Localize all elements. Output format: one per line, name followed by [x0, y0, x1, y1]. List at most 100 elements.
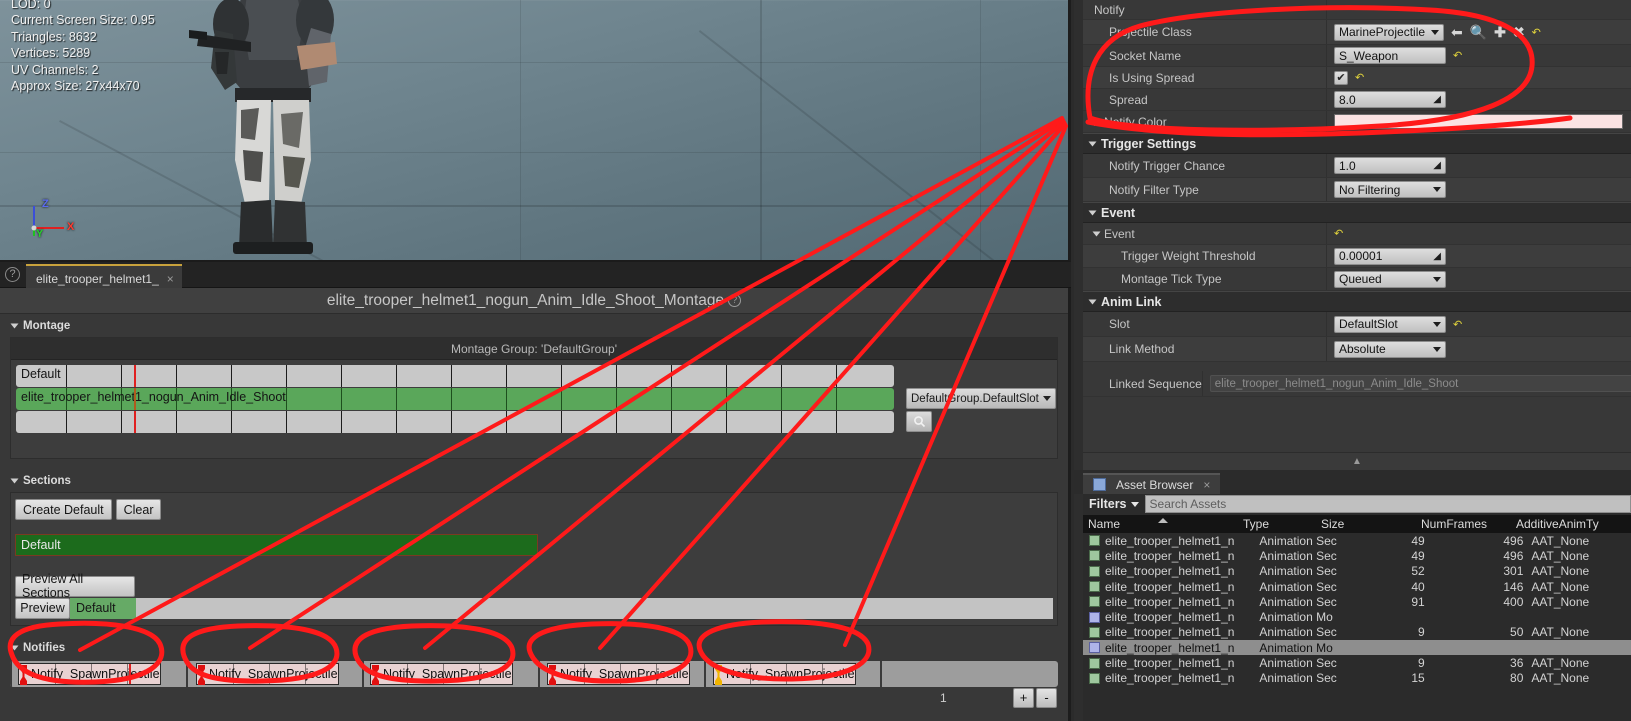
add-notify-track-button[interactable]: +: [1013, 687, 1034, 708]
chevron-down-icon[interactable]: [1088, 299, 1097, 304]
notify-track[interactable]: Notify_SpawnProjectile Notify_SpawnProjec…: [10, 660, 1058, 687]
chevron-down-icon[interactable]: [1088, 141, 1097, 146]
property-row-linked-sequence[interactable]: Linked Sequence elite_trooper_helmet1_no…: [1083, 371, 1631, 397]
spinner-icon[interactable]: ◢: [1433, 160, 1441, 171]
table-row[interactable]: elite_trooper_helmet1_n Animation Sec 40 14…: [1083, 579, 1631, 594]
slot-dropdown[interactable]: DefaultSlot: [1334, 315, 1446, 333]
is-using-spread-checkbox[interactable]: ✔: [1334, 70, 1348, 85]
chevron-down-icon[interactable]: [1088, 210, 1097, 215]
column-header-numframes[interactable]: NumFrames: [1416, 517, 1511, 531]
playhead-marker[interactable]: [134, 365, 136, 387]
table-row[interactable]: elite_trooper_helmet1_n Animation Mo: [1083, 609, 1631, 624]
link-method-dropdown[interactable]: Absolute: [1334, 340, 1446, 358]
preview-button[interactable]: Preview: [15, 597, 70, 619]
help-icon[interactable]: ?: [728, 294, 742, 307]
column-header-size[interactable]: Size: [1316, 517, 1416, 531]
add-icon[interactable]: ✚: [1494, 24, 1506, 41]
sections-section-header[interactable]: Sections: [0, 469, 1068, 492]
notify-marker-selected-icon[interactable]: [715, 664, 722, 685]
property-row-montage-tick-type[interactable]: Montage Tick Type Queued: [1083, 268, 1631, 291]
table-row[interactable]: elite_trooper_helmet1_n Animation Sec 49 49…: [1083, 548, 1631, 563]
notifies-section-header[interactable]: Notifies: [0, 636, 1068, 659]
category-anim-link[interactable]: Anim Link: [1083, 291, 1631, 312]
search-assets-input[interactable]: Search Assets: [1144, 495, 1631, 513]
section-track-default[interactable]: Default: [15, 534, 538, 556]
close-icon[interactable]: ×: [1203, 478, 1210, 492]
column-header-type[interactable]: Type: [1238, 517, 1316, 531]
property-row-projectile-class[interactable]: Projectile Class MarineProjectile ⬅ 🔍 ✚ …: [1083, 20, 1631, 45]
chevron-down-icon[interactable]: [10, 323, 19, 329]
remove-notify-track-button[interactable]: -: [1036, 687, 1057, 708]
preview-all-sections-button[interactable]: Preview All Sections: [15, 572, 135, 600]
table-row[interactable]: elite_trooper_helmet1_n Animation Sec 9 36 A…: [1083, 655, 1631, 670]
notify-chip[interactable]: Notify_SpawnProjectile: [18, 662, 161, 685]
notify-marker-icon[interactable]: [372, 664, 379, 685]
trigger-weight-threshold-input[interactable]: 0.00001 ◢: [1334, 247, 1446, 265]
notify-chip[interactable]: Notify_SpawnProjectile: [713, 662, 856, 685]
property-row-trigger-weight-threshold[interactable]: Trigger Weight Threshold 0.00001 ◢: [1083, 245, 1631, 268]
tab-elite-trooper-helmet1[interactable]: elite_trooper_helmet1_ ×: [26, 264, 182, 288]
reset-icon[interactable]: ↶: [1453, 49, 1462, 62]
property-row-is-using-spread[interactable]: Is Using Spread ✔ ↶: [1083, 67, 1631, 89]
chevron-right-icon[interactable]: [1094, 117, 1099, 126]
property-row-slot[interactable]: Slot DefaultSlot ↶: [1083, 312, 1631, 337]
notify-filter-type-dropdown[interactable]: No Filtering: [1334, 181, 1446, 198]
spinner-icon[interactable]: ◢: [1433, 94, 1441, 105]
preview-strip[interactable]: Default: [70, 597, 1053, 619]
reset-icon[interactable]: ↶: [1334, 227, 1343, 240]
chevron-down-icon[interactable]: [1092, 231, 1101, 236]
property-row-notify-trigger-chance[interactable]: Notify Trigger Chance 1.0 ◢: [1083, 154, 1631, 178]
linked-sequence-dropdown[interactable]: elite_trooper_helmet1_nogun_Anim_Idle_Sh…: [1209, 375, 1631, 392]
clear-icon[interactable]: ✖: [1513, 24, 1525, 41]
table-row[interactable]: elite_trooper_helmet1_n Animation Sec 9 50 A…: [1083, 625, 1631, 640]
notify-color-swatch[interactable]: [1334, 114, 1623, 129]
chevron-down-icon[interactable]: [10, 478, 19, 484]
notify-chip[interactable]: Notify_SpawnProjectile: [196, 662, 339, 685]
property-row-socket-name[interactable]: Socket Name S_Weapon ↶: [1083, 45, 1631, 67]
details-collapse-handle[interactable]: ▲: [1083, 452, 1631, 470]
filters-button[interactable]: Filters: [1083, 497, 1145, 511]
montage-empty-track[interactable]: [16, 411, 1052, 433]
table-row[interactable]: elite_trooper_helmet1_n Animation Sec 91 40…: [1083, 594, 1631, 609]
reset-icon[interactable]: ↶: [1453, 318, 1462, 331]
column-header-name[interactable]: Name: [1083, 517, 1238, 531]
help-icon[interactable]: ?: [5, 267, 20, 282]
table-row[interactable]: elite_trooper_helmet1_n Animation Mo: [1083, 640, 1631, 656]
category-trigger-settings[interactable]: Trigger Settings: [1083, 133, 1631, 154]
tab-asset-browser[interactable]: Asset Browser ×: [1083, 473, 1221, 494]
playhead-marker[interactable]: [134, 388, 136, 410]
notify-chip[interactable]: Notify_SpawnProjectile: [547, 662, 690, 685]
notify-chip[interactable]: Notify_SpawnProjectile: [370, 662, 513, 685]
zoom-to-fit-button[interactable]: [906, 411, 932, 432]
property-row-event-struct[interactable]: Event ↶: [1083, 223, 1631, 245]
back-arrow-icon[interactable]: ⬅: [1451, 24, 1463, 41]
column-header-additive[interactable]: AdditiveAnimTy: [1511, 517, 1611, 531]
notify-trigger-chance-input[interactable]: 1.0 ◢: [1334, 157, 1446, 174]
preview-section-chip[interactable]: Default: [70, 597, 136, 619]
track-cells[interactable]: [16, 411, 894, 433]
notify-marker-icon[interactable]: [198, 664, 205, 685]
spread-input[interactable]: 8.0 ◢: [1334, 91, 1446, 108]
track-cells[interactable]: elite_trooper_helmet1_nogun_Anim_Idle_Sh…: [16, 388, 894, 410]
projectile-class-dropdown[interactable]: MarineProjectile: [1334, 23, 1444, 41]
slot-dropdown[interactable]: DefaultGroup.DefaultSlot: [906, 388, 1056, 409]
asset-table-body[interactable]: elite_trooper_helmet1_n Animation Sec 49 49…: [1083, 533, 1631, 721]
table-row[interactable]: elite_trooper_helmet1_n Animation Sec 52 30…: [1083, 564, 1631, 579]
spinner-icon[interactable]: ◢: [1433, 251, 1441, 262]
property-row-link-method[interactable]: Link Method Absolute: [1083, 337, 1631, 362]
montage-tick-type-dropdown[interactable]: Queued: [1334, 270, 1446, 288]
table-row[interactable]: elite_trooper_helmet1_n Animation Sec 15 80…: [1083, 671, 1631, 686]
category-event[interactable]: Event: [1083, 202, 1631, 223]
playhead-marker[interactable]: [134, 411, 136, 433]
property-row-notify-filter-type[interactable]: Notify Filter Type No Filtering: [1083, 178, 1631, 202]
notify-marker-icon[interactable]: [20, 664, 27, 685]
montage-default-track[interactable]: Default: [16, 365, 1052, 387]
playhead-marker[interactable]: [129, 663, 131, 684]
property-row-spread[interactable]: Spread 8.0 ◢: [1083, 89, 1631, 111]
notify-marker-icon[interactable]: [549, 664, 556, 685]
socket-name-input[interactable]: S_Weapon: [1334, 47, 1446, 64]
clear-button[interactable]: Clear: [115, 499, 162, 520]
table-row[interactable]: elite_trooper_helmet1_n Animation Sec 49 49…: [1083, 533, 1631, 548]
chevron-down-icon[interactable]: [10, 645, 19, 650]
property-row-notify-color[interactable]: Notify Color: [1083, 111, 1631, 133]
